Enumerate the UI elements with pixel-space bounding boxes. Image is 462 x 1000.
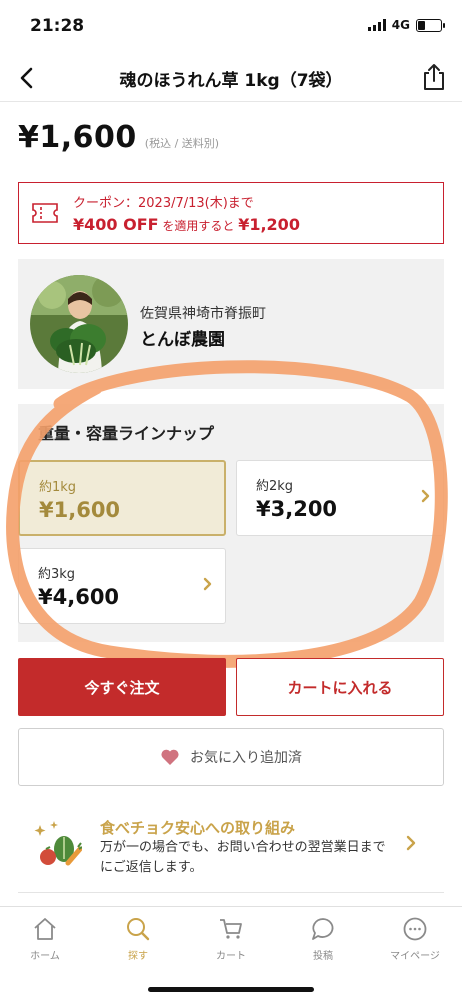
share-button[interactable]	[420, 62, 448, 92]
page-title: 魂のほうれん草 1kg（7袋）	[119, 71, 343, 91]
mypage-icon	[403, 917, 427, 941]
tab-home[interactable]: ホーム	[0, 917, 90, 962]
tab-label: 探す	[128, 951, 148, 962]
coupon-middle-text: を適用すると	[158, 219, 239, 233]
add-to-cart-button[interactable]: カートに入れる	[236, 658, 444, 716]
tab-search[interactable]: 探す	[93, 917, 183, 962]
chevron-right-icon	[421, 489, 430, 503]
tab-label: 投稿	[313, 951, 333, 962]
producer-name: とんぼ農園	[140, 330, 225, 350]
option-price: ¥4,600	[38, 585, 120, 609]
chevron-right-icon	[203, 577, 212, 591]
coupon-banner[interactable]: クーポン：2023/7/13(木)まで ¥400 OFF を適用すると ¥1,2…	[18, 182, 444, 244]
search-icon	[127, 918, 150, 941]
price-note: (税込 / 送料別)	[144, 137, 220, 150]
favorite-label: お気に入り追加済	[190, 750, 302, 766]
status-bar: 21:28 4G	[0, 0, 462, 54]
tab-label: ホーム	[30, 951, 60, 962]
coupon-text: クーポン：2023/7/13(木)まで ¥400 OFF を適用すると ¥1,2…	[73, 192, 300, 234]
home-icon	[34, 918, 56, 940]
tab-post[interactable]: 投稿	[278, 917, 368, 962]
heart-icon	[161, 749, 179, 765]
home-indicator	[148, 987, 314, 992]
option-price: ¥3,200	[256, 497, 338, 521]
signal-icon	[367, 19, 386, 31]
battery-icon	[416, 18, 445, 32]
tab-cart[interactable]: カート	[186, 917, 276, 962]
option-weight: 約2kg	[256, 479, 294, 494]
share-icon	[424, 64, 444, 90]
coupon-detail: ¥400 OFF を適用すると ¥1,200	[73, 215, 300, 234]
back-arrow-icon	[20, 67, 33, 89]
lineup-title: 重量・容量ラインナップ	[38, 424, 215, 443]
option-price: ¥1,600	[39, 498, 121, 522]
status-time: 21:28	[30, 16, 85, 36]
cart-icon	[220, 919, 242, 939]
buy-now-button[interactable]: 今すぐ注文	[18, 658, 226, 716]
producer-avatar[interactable]	[30, 275, 128, 373]
option-weight: 約1kg	[39, 480, 77, 495]
weight-lineup-section: 重量・容量ラインナップ 約1kg ¥1,600 約2kg ¥3,200 約3kg…	[18, 404, 444, 642]
coupon-final-price: ¥1,200	[238, 215, 300, 234]
navigation-bar: 魂のほうれん草 1kg（7袋）	[0, 54, 462, 102]
coupon-expiry: クーポン：2023/7/13(木)まで	[73, 196, 254, 211]
safety-commitment-link[interactable]: 食べチョク安心への取り組み 万が一の場合でも、お問い合わせの翌営業日までにご返信…	[18, 805, 444, 893]
safety-title: 食べチョク安心への取り組み	[100, 819, 296, 837]
producer-location: 佐賀県神埼市脊振町	[140, 306, 266, 322]
lineup-option-3kg[interactable]: 約3kg ¥4,600	[18, 548, 226, 624]
network-type: 4G	[391, 18, 410, 32]
tab-label: カート	[216, 951, 246, 962]
lineup-option-1kg[interactable]: 約1kg ¥1,600	[18, 460, 226, 536]
chat-bubble-icon	[312, 918, 334, 940]
producer-photo-image	[30, 275, 128, 373]
bottom-tab-bar: ホーム 探す カート 投稿 マイページ	[0, 906, 462, 1000]
coupon-ticket-icon	[32, 203, 58, 223]
favorite-button[interactable]: お気に入り追加済	[18, 728, 444, 786]
coupon-discount: ¥400 OFF	[73, 215, 159, 234]
chevron-right-icon	[406, 835, 416, 851]
producer-card[interactable]: 佐賀県神埼市脊振町 とんぼ農園	[18, 259, 444, 389]
vegetables-sparkle-icon	[34, 821, 82, 866]
tab-label: マイページ	[390, 951, 440, 962]
option-weight: 約3kg	[38, 567, 76, 582]
back-button[interactable]	[12, 64, 40, 92]
product-price: ¥1,600	[18, 120, 137, 155]
price-row: ¥1,600 (税込 / 送料別)	[18, 120, 219, 155]
safety-description: 万が一の場合でも、お問い合わせの翌営業日までにご返信します。	[100, 840, 386, 875]
lineup-option-2kg[interactable]: 約2kg ¥3,200	[236, 460, 444, 536]
status-indicators: 4G	[367, 18, 445, 32]
tab-mypage[interactable]: マイページ	[370, 917, 460, 962]
